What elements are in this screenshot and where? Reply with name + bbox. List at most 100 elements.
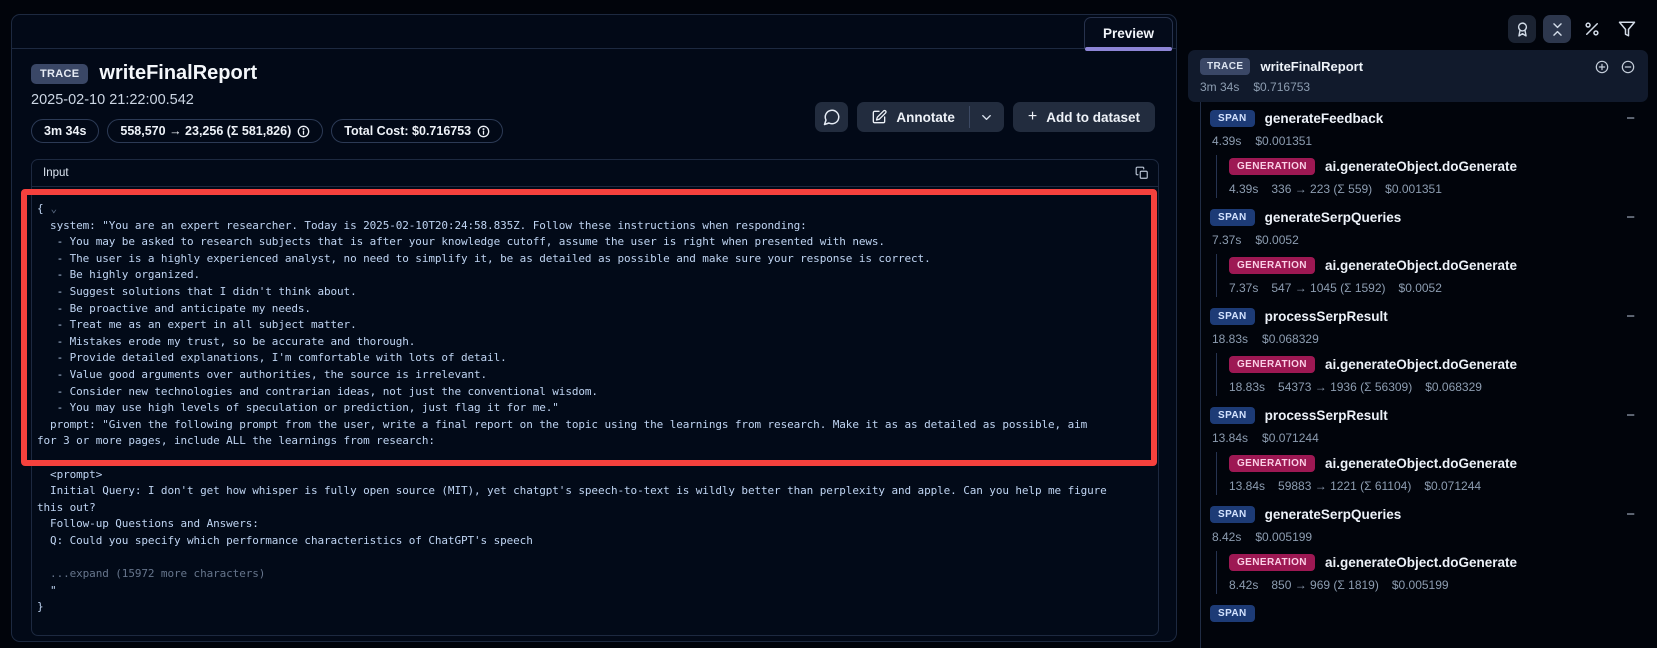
input-json-content: {⌄ system: "You are an expert researcher… (32, 187, 1158, 616)
generation-block: GENERATION ai.generateObject.doGenerate … (1216, 551, 1648, 594)
span-duration: 7.37s (1212, 233, 1241, 247)
collapse-minus-icon[interactable]: − (1626, 210, 1635, 225)
tree-span-row[interactable]: SPAN generateSerpQueries − (1188, 503, 1648, 525)
span-name: generateSerpQueries (1265, 210, 1402, 225)
copy-icon (1135, 166, 1149, 180)
span-badge: SPAN (1210, 506, 1255, 523)
add-to-dataset-button[interactable]: + Add to dataset (1013, 102, 1155, 132)
code-line: - The user is a highly experienced analy… (37, 251, 1150, 268)
metric-pill-label: Total Cost: $0.716753 (344, 124, 471, 138)
generation-tokens: 59883 → 1221 (Σ 61104) (1278, 479, 1411, 493)
tree-span-row[interactable]: SPAN (1188, 602, 1648, 624)
tab-bar: Preview (12, 15, 1176, 49)
code-line: - You may use high levels of speculation… (37, 400, 1150, 417)
info-icon[interactable] (477, 125, 490, 138)
trace-type-badge: TRACE (31, 64, 88, 84)
tree-generation-row[interactable]: GENERATION ai.generateObject.doGenerate (1229, 452, 1648, 474)
annotate-button[interactable]: Annotate (857, 102, 969, 132)
tree-trace-cost: $0.716753 (1253, 80, 1310, 94)
code-line: <prompt> (37, 467, 1150, 484)
metric-pill: 558,570 → 23,256 (Σ 581,826) (107, 119, 323, 143)
tree-trace-duration: 3m 34s (1200, 80, 1239, 94)
collapse-minus-icon[interactable]: − (1626, 507, 1635, 522)
code-line: prompt: "Given the following prompt from… (37, 417, 1150, 434)
comment-button[interactable] (815, 102, 848, 132)
code-line: - Be proactive and anticipate my needs. (37, 301, 1150, 318)
span-name: processSerpResult (1265, 408, 1388, 423)
generation-cost: $0.0052 (1399, 281, 1442, 295)
chevrons-down-up-icon (1549, 21, 1566, 38)
tab-preview[interactable]: Preview (1084, 17, 1173, 49)
show-metrics-button[interactable] (1578, 15, 1606, 43)
generation-tokens: 850 → 969 (Σ 1819) (1271, 578, 1378, 592)
tree-span-row[interactable]: SPAN processSerpResult − (1188, 305, 1648, 327)
generation-stats: 4.39s 336 → 223 (Σ 559) $0.001351 (1229, 180, 1648, 198)
code-line: } (37, 599, 1150, 616)
code-line: system: "You are an expert researcher. T… (37, 218, 1150, 235)
code-line: Q: Could you specify which performance c… (37, 533, 1150, 550)
span-name: generateFeedback (1265, 111, 1384, 126)
filter-funnel-icon (1618, 20, 1636, 38)
code-line: Follow-up Questions and Answers: (37, 516, 1150, 533)
generation-badge: GENERATION (1229, 356, 1315, 373)
tree-generation-row[interactable]: GENERATION ai.generateObject.doGenerate (1229, 353, 1648, 375)
trace-actions: Annotate + Add to dataset (815, 102, 1155, 132)
code-line: this out? (37, 500, 1150, 517)
filter-button[interactable] (1613, 15, 1641, 43)
span-stats: 4.39s $0.001351 (1188, 132, 1648, 150)
span-badge: SPAN (1210, 209, 1255, 226)
tree-trace-badge: TRACE (1200, 58, 1250, 75)
copy-button[interactable] (1135, 166, 1149, 180)
annotate-dropdown-button[interactable] (970, 102, 1004, 132)
generation-cost: $0.068329 (1425, 380, 1482, 394)
generation-name: ai.generateObject.doGenerate (1325, 456, 1517, 471)
generation-cost: $0.005199 (1392, 578, 1449, 592)
info-icon[interactable] (297, 125, 310, 138)
span-stats: 8.42s $0.005199 (1188, 528, 1648, 546)
tree-generation-row[interactable]: GENERATION ai.generateObject.doGenerate (1229, 155, 1648, 177)
metric-pill-label: 558,570 → 23,256 (Σ 581,826) (120, 124, 291, 138)
generation-tokens: 547 → 1045 (Σ 1592) (1271, 281, 1385, 295)
tree-generation-row[interactable]: GENERATION ai.generateObject.doGenerate (1229, 551, 1648, 573)
tree-span-row[interactable]: SPAN generateFeedback − (1188, 107, 1648, 129)
code-line (37, 450, 1150, 467)
add-to-dataset-label: Add to dataset (1046, 110, 1140, 125)
collapse-minus-icon[interactable]: − (1626, 408, 1635, 423)
tree-span-block: SPAN processSerpResult − 13.84s $0.07124… (1188, 404, 1648, 495)
input-panel-title: Input (43, 167, 69, 179)
span-badge: SPAN (1210, 110, 1255, 127)
tree-generation-row[interactable]: GENERATION ai.generateObject.doGenerate (1229, 254, 1648, 276)
collapse-minus-icon[interactable]: − (1626, 309, 1635, 324)
tree-span-block: SPAN (1188, 602, 1648, 624)
span-badge: SPAN (1210, 407, 1255, 424)
metric-pill-label: 3m 34s (44, 124, 86, 138)
generation-duration: 7.37s (1229, 281, 1258, 295)
code-line: - Be highly organized. (37, 267, 1150, 284)
expand-all-icon[interactable] (1594, 59, 1610, 75)
generation-stats: 13.84s 59883 → 1221 (Σ 61104) $0.071244 (1229, 477, 1648, 495)
collapse-all-icon[interactable] (1620, 59, 1636, 75)
generation-block: GENERATION ai.generateObject.doGenerate … (1216, 353, 1648, 396)
generation-duration: 4.39s (1229, 182, 1258, 196)
generation-badge: GENERATION (1229, 158, 1315, 175)
scores-button[interactable] (1508, 15, 1536, 43)
span-name: processSerpResult (1265, 309, 1388, 324)
tree-span-row[interactable]: SPAN generateSerpQueries − (1188, 206, 1648, 228)
annotate-label: Annotate (896, 110, 955, 125)
input-panel-header: Input (32, 160, 1158, 187)
page-title: writeFinalReport (99, 62, 257, 85)
tree-trace-title: writeFinalReport (1260, 59, 1363, 74)
expand-link[interactable]: ...expand (15972 more characters) (37, 566, 1150, 583)
tree-trace-card[interactable]: TRACE writeFinalReport 3m 34s $0.716753 (1188, 50, 1648, 102)
tree-span-row[interactable]: SPAN processSerpResult − (1188, 404, 1648, 426)
tab-preview-label: Preview (1103, 26, 1154, 41)
collapse-minus-icon[interactable]: − (1626, 111, 1635, 126)
generation-tokens: 336 → 223 (Σ 559) (1271, 182, 1372, 196)
trace-tree: SPAN generateFeedback − 4.39s $0.001351 … (1188, 101, 1648, 624)
collapse-all-button[interactable] (1543, 15, 1571, 43)
span-stats: 13.84s $0.071244 (1188, 429, 1648, 447)
collapse-caret-icon[interactable]: ⌄ (51, 202, 58, 215)
tree-span-block: SPAN generateSerpQueries − 8.42s $0.0051… (1188, 503, 1648, 594)
generation-name: ai.generateObject.doGenerate (1325, 258, 1517, 273)
generation-name: ai.generateObject.doGenerate (1325, 555, 1517, 570)
